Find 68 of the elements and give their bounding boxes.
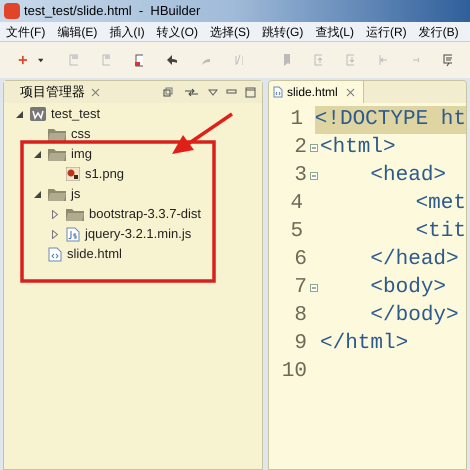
code-line: <tit bbox=[414, 219, 466, 246]
script-file-icon bbox=[66, 226, 80, 242]
line-number: 5 bbox=[289, 219, 304, 246]
tree-item[interactable]: s1.png bbox=[85, 164, 124, 184]
line-number: 3 bbox=[293, 163, 307, 190]
menu-item[interactable]: 跳转(G) bbox=[256, 22, 310, 40]
line-number: 2 bbox=[293, 135, 307, 162]
maximize-icon[interactable] bbox=[245, 86, 256, 98]
app-logo-icon bbox=[4, 3, 20, 19]
editor-tab[interactable]: slide.html bbox=[269, 81, 364, 103]
code-line: </head> bbox=[369, 247, 459, 274]
fold-icon[interactable] bbox=[310, 284, 318, 292]
expanded-arrow-icon[interactable] bbox=[34, 150, 41, 158]
tree-item[interactable]: test_test bbox=[51, 104, 100, 124]
line-number: 8 bbox=[293, 303, 307, 330]
code-line: </body> bbox=[369, 303, 459, 330]
link-icon[interactable] bbox=[185, 88, 198, 96]
expanded-arrow-icon[interactable] bbox=[16, 110, 23, 118]
close-icon[interactable] bbox=[346, 88, 355, 96]
code-line: <met bbox=[414, 191, 466, 218]
document-icon[interactable] bbox=[134, 54, 143, 66]
menu-item[interactable]: 插入(I) bbox=[103, 22, 151, 40]
html-file-icon bbox=[48, 246, 62, 262]
view-menu-icon[interactable] bbox=[208, 88, 218, 96]
collapse-icon[interactable] bbox=[163, 87, 173, 97]
html-file-icon bbox=[273, 86, 283, 98]
tree-item[interactable]: bootstrap-3.3.7-dist bbox=[89, 204, 202, 224]
code-line: <html> bbox=[320, 135, 396, 162]
project-icon bbox=[30, 107, 46, 121]
tree-item[interactable]: slide.html bbox=[67, 244, 122, 264]
jump-start-icon[interactable] bbox=[378, 54, 387, 66]
tree-item[interactable]: js bbox=[71, 184, 80, 204]
fold-icon[interactable] bbox=[310, 172, 318, 180]
menu-item[interactable]: 查找(L) bbox=[309, 22, 360, 40]
folder-icon bbox=[48, 147, 66, 161]
collapsed-arrow-icon[interactable] bbox=[52, 230, 58, 238]
close-icon[interactable] bbox=[91, 88, 100, 96]
caret-icon[interactable] bbox=[38, 58, 44, 62]
menu-item[interactable]: 发行(B) bbox=[412, 22, 465, 40]
menu-item[interactable]: 编辑(E) bbox=[51, 22, 104, 40]
collapsed-arrow-icon[interactable] bbox=[52, 210, 58, 218]
minimize-icon[interactable] bbox=[226, 89, 237, 95]
line-number: 1 bbox=[289, 107, 304, 134]
menu-item[interactable]: 选择(S) bbox=[204, 22, 256, 40]
menu-item[interactable]: 转义(O) bbox=[150, 22, 204, 40]
menu-item[interactable]: 文件(F) bbox=[0, 22, 52, 40]
undo-icon[interactable] bbox=[166, 55, 177, 65]
code-line: <head> bbox=[369, 163, 446, 190]
line-number: 9 bbox=[293, 331, 307, 358]
fold-icon[interactable] bbox=[310, 144, 318, 152]
line-number: 4 bbox=[289, 191, 304, 218]
plus-icon[interactable] bbox=[18, 53, 28, 67]
line-number: 10 bbox=[280, 359, 307, 386]
tree-item[interactable]: css bbox=[71, 124, 90, 144]
expanded-arrow-icon[interactable] bbox=[34, 190, 41, 198]
comment-icon[interactable] bbox=[442, 54, 452, 66]
image-file-icon bbox=[66, 167, 80, 181]
code-line: </html> bbox=[320, 331, 408, 358]
code-line: <body> bbox=[369, 275, 446, 302]
folder-icon bbox=[48, 187, 66, 201]
window-title: test_test/slide.html - HBuilder bbox=[24, 2, 200, 20]
menu-item[interactable]: 运行(R) bbox=[360, 22, 413, 40]
tree-item[interactable]: img bbox=[71, 144, 92, 164]
line-number: 6 bbox=[293, 247, 307, 274]
line-number: 7 bbox=[293, 275, 307, 302]
folder-icon bbox=[48, 127, 66, 141]
tree-item[interactable]: jquery-3.2.1.min.js bbox=[85, 224, 192, 244]
folder-icon bbox=[66, 207, 84, 221]
